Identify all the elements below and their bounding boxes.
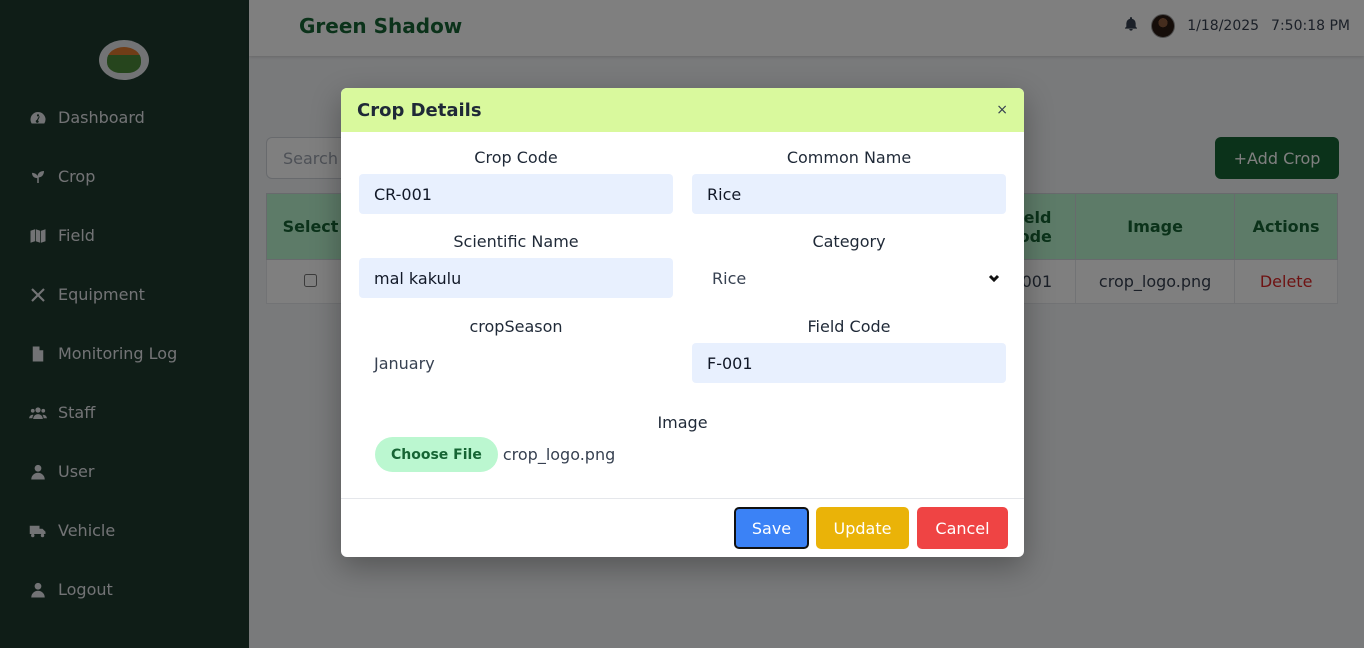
chevron-down-icon (988, 269, 1000, 288)
crop-season-group: cropSeason January (359, 317, 673, 383)
choose-file-button[interactable]: Choose File (375, 437, 498, 472)
save-button[interactable]: Save (734, 507, 809, 549)
image-file-input: Choose File crop_logo.png (375, 437, 615, 472)
category-group: Category Rice (692, 232, 1006, 298)
scientific-name-label: Scientific Name (453, 232, 579, 251)
modal-footer: Save Update Cancel (341, 498, 1024, 557)
category-select[interactable]: Rice (692, 258, 1006, 298)
file-name: crop_logo.png (502, 445, 616, 464)
common-name-group: Common Name Rice (692, 148, 1006, 214)
crop-details-modal: Crop Details × Crop Code CR-001 Common N… (341, 88, 1024, 557)
image-label: Image (657, 413, 708, 432)
category-label: Category (812, 232, 886, 251)
crop-code-input[interactable]: CR-001 (359, 174, 673, 214)
crop-season-label: cropSeason (469, 317, 563, 336)
modal-title: Crop Details (357, 99, 482, 121)
field-code-label: Field Code (807, 317, 891, 336)
scientific-name-group: Scientific Name mal kakulu (359, 232, 673, 298)
common-name-input[interactable]: Rice (692, 174, 1006, 214)
field-code-group: Field Code F-001 (692, 317, 1006, 383)
common-name-label: Common Name (786, 148, 912, 167)
modal-header: Crop Details × (341, 88, 1024, 132)
crop-code-group: Crop Code CR-001 (359, 148, 673, 214)
crop-season-select[interactable]: January (359, 343, 673, 383)
close-icon[interactable]: × (996, 102, 1008, 118)
scientific-name-input[interactable]: mal kakulu (359, 258, 673, 298)
update-button[interactable]: Update (816, 507, 909, 549)
field-code-input[interactable]: F-001 (692, 343, 1006, 383)
cancel-button[interactable]: Cancel (917, 507, 1008, 549)
crop-code-label: Crop Code (474, 148, 558, 167)
category-value: Rice (712, 268, 747, 288)
